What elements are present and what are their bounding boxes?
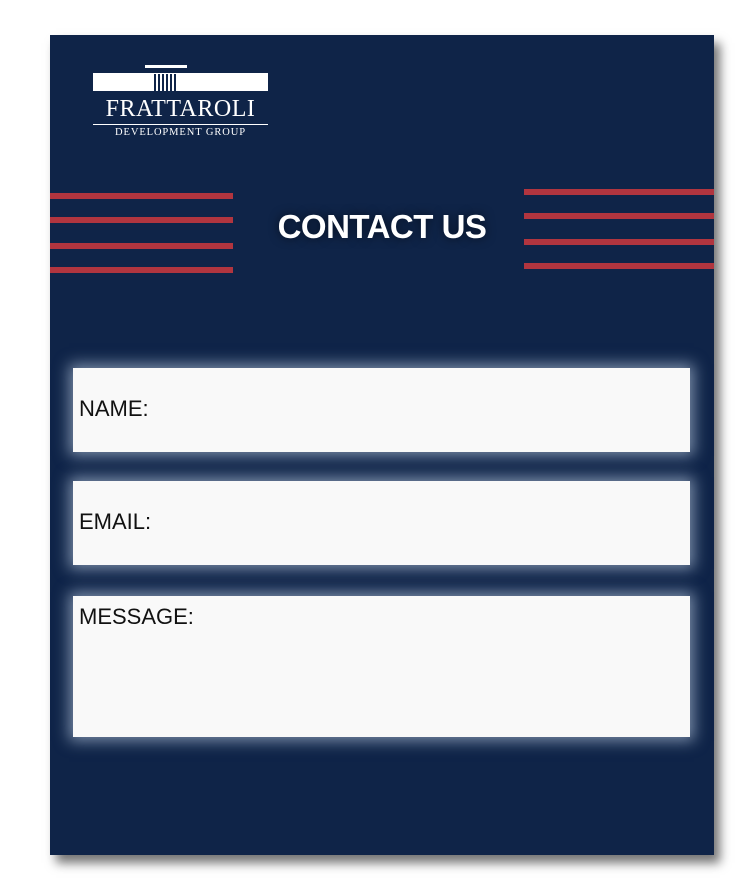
- message-label: MESSAGE:: [79, 604, 194, 629]
- logo-company-name: FRATTAROLI: [105, 96, 256, 122]
- email-field[interactable]: EMAIL:: [73, 481, 690, 565]
- message-field[interactable]: MESSAGE:: [73, 596, 690, 737]
- page-title: CONTACT US: [277, 208, 487, 245]
- left-stripe-4: [50, 267, 233, 273]
- name-label: NAME:: [79, 396, 149, 421]
- left-stripe-1: [50, 193, 233, 199]
- logo-rule: [93, 124, 268, 125]
- email-label: EMAIL:: [79, 509, 152, 534]
- name-field[interactable]: NAME:: [73, 368, 690, 452]
- contact-card: FRATTAROLI DEVELOPMENT GROUP CONTACT US …: [50, 35, 714, 855]
- right-stripe-4: [524, 263, 714, 269]
- logo-tagline: DEVELOPMENT GROUP: [115, 127, 246, 138]
- right-stripe-1: [524, 189, 714, 195]
- column-icon: [145, 65, 187, 91]
